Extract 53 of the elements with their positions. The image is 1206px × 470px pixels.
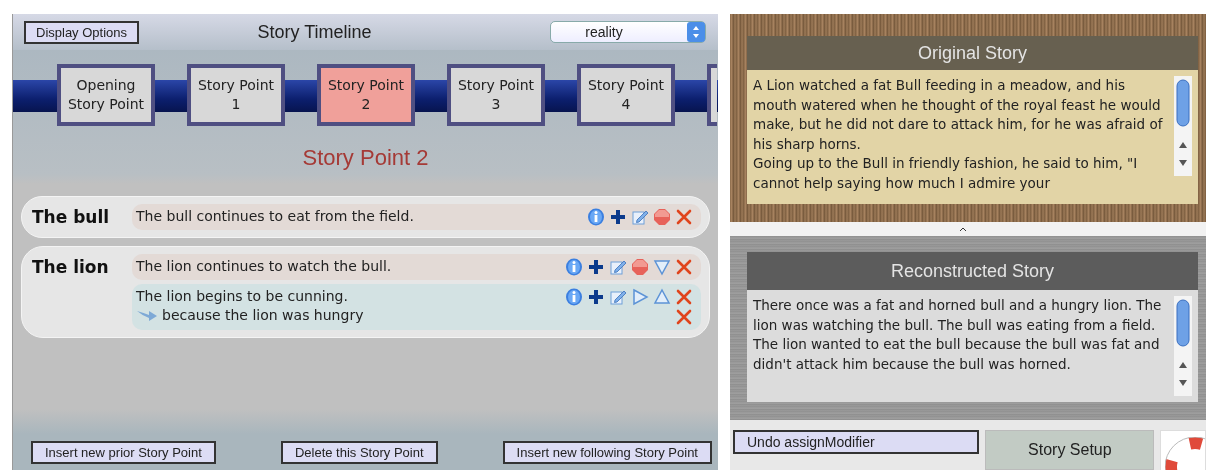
close-icon[interactable] [675,308,693,326]
event-row[interactable]: The bull continues to eat from the field. [132,204,701,230]
story-point-card[interactable]: Story Point 3 [447,64,545,126]
display-options-button[interactable]: Display Options [24,20,140,44]
story-paragraph: A Lion watched a fat Bull feeding in a meadow, and his mouth watered when he thought of the royal feast he would make, but he did not dare to attack him, for he was afraid of his sharp horns. [753,76,1164,154]
event-text: The lion begins to be cunning. [136,288,349,304]
close-icon[interactable] [675,258,693,276]
reason-text: because the lion was hungry [162,307,364,323]
event-row[interactable]: The lion begins to be cunning. because the lion was hungry [132,284,701,330]
splitter-handle-icon[interactable] [959,226,967,232]
edit-icon[interactable] [609,288,627,306]
undo-button[interactable]: Undo assignModifier [733,430,980,454]
story-paragraph: There once was a fat and horned bull and a hungry lion. The lion was watching the bull. The bull was eating from a field. [753,296,1163,335]
info-icon[interactable] [565,288,583,306]
triangle-right-icon[interactable] [631,288,649,306]
story-point-title: Story Point 2 [301,144,430,172]
story-point-button[interactable]: Delete this Story Point [280,441,438,464]
close-icon[interactable] [675,288,693,306]
story-paragraph: Going up to the Bull in friendly fashion, he said to him, "I cannot help saying how much I admire your [753,154,1139,193]
story-paragraph: The lion wanted to eat the bull because the bull was fat and didn't attack him because the bull was horned. [753,335,1161,374]
mode-dropdown[interactable]: reality [550,21,706,43]
panel-title: Story Timeline [256,21,373,43]
arrow-icon [136,308,158,322]
triangle-down-icon[interactable] [653,258,671,276]
octagon-icon[interactable] [653,208,671,226]
story-point-card[interactable]: Story Point 1 [187,64,285,126]
event-row[interactable]: The lion continues to watch the bull. [132,254,701,280]
edit-icon[interactable] [609,258,627,276]
info-icon[interactable] [565,258,583,276]
edit-icon[interactable] [631,208,649,226]
octagon-icon[interactable] [631,258,649,276]
event-text: The lion continues to watch the bull. [136,258,393,274]
plus-icon[interactable] [587,258,605,276]
scrollbar[interactable] [1174,296,1192,396]
triangle-up-icon[interactable] [653,288,671,306]
close-icon[interactable] [675,208,693,226]
story-point-button[interactable]: Insert new prior Story Point [31,441,216,464]
reconstructed-story-title: Reconstructed Story [747,252,1198,290]
story-setup-button[interactable]: Story Setup [985,430,1155,470]
scrollbar[interactable] [1174,76,1192,176]
info-icon[interactable] [587,208,605,226]
original-story-title: Original Story [747,36,1198,70]
event-text: The bull continues to eat from the field. [136,208,415,224]
story-point-card[interactable]: Story Point 4 [577,64,675,126]
story-point-card[interactable]: Story Point 2 [317,64,415,126]
plus-icon[interactable] [587,288,605,306]
story-point-button[interactable]: Insert new following Story Point [502,441,712,464]
stepper-icon [687,22,705,42]
story-point-card[interactable]: Opening Story Point [57,64,155,126]
plus-icon[interactable] [609,208,627,226]
story-point-card[interactable] [707,64,717,126]
character-name: The bull [32,206,111,229]
character-name: The lion [32,256,110,279]
